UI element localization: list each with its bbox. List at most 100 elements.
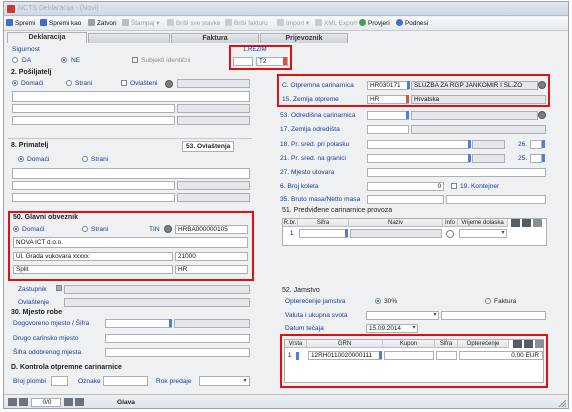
posiljatelj-zip-field[interactable] [177,104,250,113]
primatelj-domaci-radio[interactable] [18,156,24,162]
pr-granica-country-field[interactable] [472,154,505,163]
obveznik-tin-field[interactable]: HRBA000000105 [175,225,248,234]
datum-dropdown-icon[interactable]: ▾ [411,324,417,332]
posiljatelj-ovlasteni-checkbox[interactable] [121,80,127,86]
primatelj-strani-radio[interactable] [82,156,88,162]
jamstvo-kupon-cell[interactable] [384,351,434,360]
obveznik-strani-radio[interactable] [82,226,88,232]
pr-granica-field[interactable] [367,154,470,163]
netto-field[interactable] [446,195,546,204]
obveznik-zip-field[interactable]: 21000 [175,252,248,261]
svota-field[interactable] [441,311,546,320]
resize-grip-icon[interactable] [558,399,566,407]
save-button[interactable]: Spremi [6,19,35,29]
koleta-field[interactable]: 0 [367,182,444,191]
jamstvo-edit-icon[interactable] [524,340,533,348]
posiljatelj-strani-radio[interactable] [66,80,72,86]
broj-plombi-field[interactable] [51,376,68,386]
primatelj-name-field[interactable] [12,168,250,179]
delete-invoice-button[interactable]: Briši fakturu [225,19,268,29]
zemlja-odredista-name-field[interactable] [411,125,546,134]
nav-first-icon[interactable] [8,398,17,406]
zemlja-name-field[interactable]: Hrvatska [411,95,546,104]
subjekti-checkbox[interactable] [132,57,138,63]
provoz-delete-icon[interactable] [533,219,542,227]
dogovoreno-sifra-field[interactable] [174,319,250,328]
nav-next-icon[interactable] [64,398,73,406]
provoz-edit-icon[interactable] [522,219,531,227]
ovlastenja-tab[interactable]: 53. Ovlaštenja [182,141,235,152]
tab-blank[interactable] [88,33,170,43]
otpremna-name-field[interactable]: SLUŽBA ZA RGP JANKOMIR I SL.ZO [411,81,538,90]
primatelj-country-field[interactable] [177,193,250,202]
jamstvo-30-radio[interactable] [375,298,381,304]
oznake-field[interactable] [103,376,148,386]
page-indicator[interactable]: 0/0 [31,398,61,407]
sigurnost-ne-radio[interactable] [61,57,67,63]
n25-field[interactable] [530,154,542,163]
xml-export-button[interactable]: XML Export [315,19,357,29]
pr-polazak-field[interactable] [367,140,470,149]
close-button[interactable]: Zatvori [88,19,117,29]
nav-prev-icon[interactable] [19,398,28,406]
zemlja-odredista-code-field[interactable] [367,125,409,134]
odredisna-lookup-icon[interactable] [538,111,546,119]
posiljatelj-street-field[interactable] [12,104,175,113]
zastupnik-field[interactable] [64,285,250,294]
jamstvo-add-icon[interactable] [513,340,522,348]
tab-prijevoznik[interactable]: Prijevoznik [260,33,348,43]
nav-last-icon[interactable] [75,398,84,406]
sigurnost-da-radio[interactable] [12,57,18,63]
valuta-field[interactable] [366,311,439,320]
obveznik-country-field[interactable]: HR [175,265,248,274]
obveznik-domaci-radio[interactable] [13,226,19,232]
drugo-field[interactable] [105,334,250,343]
pr-polazak-country-field[interactable] [472,140,505,149]
valuta-dropdown-icon[interactable]: ▾ [432,311,438,319]
print-button[interactable]: Štampaj ▾ [122,19,159,29]
posiljatelj-country-field[interactable] [177,116,250,125]
ovlastenje-field[interactable] [64,298,250,307]
jamstvo-iznos-cell[interactable]: 0,00 EUR [459,351,543,360]
posiljatelj-lookup-icon[interactable] [165,80,173,88]
kontejner-checkbox[interactable] [451,183,457,189]
primatelj-city-field[interactable] [12,193,175,202]
jamstvo-delete-icon[interactable] [535,340,544,348]
otpremna-lookup-icon[interactable] [538,81,546,89]
odredisna-code-field[interactable] [367,111,409,120]
sifra-odobrenog-field[interactable] [105,348,250,357]
jamstvo-grn-cell[interactable]: 12RH0110020000111 [308,351,382,360]
import-button[interactable]: Import ▾ [277,19,309,29]
n26-field[interactable] [530,140,542,149]
posiljatelj-tin-field[interactable] [177,79,250,88]
tab-faktura[interactable]: Faktura [171,33,259,43]
provoz-add-icon[interactable] [511,219,520,227]
primatelj-zip-field[interactable] [177,181,250,190]
obveznik-street-field[interactable]: Ul. Grada vukovara xxxxx [13,252,173,261]
rezim-code-field[interactable] [233,57,253,66]
provoz-sifra-cell[interactable] [299,229,348,238]
primatelj-street-field[interactable] [12,181,175,190]
send-button[interactable]: Podnesi [396,19,428,29]
provoz-info-icon[interactable] [446,230,454,238]
obveznik-lookup-icon[interactable] [164,225,172,233]
provoz-naziv-cell[interactable] [350,229,442,238]
bruto-field[interactable] [367,195,444,204]
tab-deklaracija[interactable]: Deklaracija [7,32,87,43]
posiljatelj-name-field[interactable] [12,91,250,102]
posiljatelj-city-field[interactable] [12,116,175,125]
delete-items-button[interactable]: Briši sve stavke [167,19,220,29]
save-as-button[interactable]: Spremi kao [40,19,81,29]
utovar-field[interactable] [367,168,546,177]
zemlja-code-field[interactable]: HR [367,95,409,104]
obveznik-name-field[interactable]: NOVA ICT d.o.o. [13,237,248,248]
jamstvo-faktura-radio[interactable] [485,298,491,304]
rok-dropdown-icon[interactable]: ▾ [242,377,248,385]
obveznik-city-field[interactable]: Split [13,265,173,274]
check-button[interactable]: Provjeri [359,19,390,29]
provoz-vrijeme-dropdown-icon[interactable]: ▾ [500,229,506,237]
otpremna-code-field[interactable]: HR030171 [367,81,409,90]
dogovoreno-field[interactable] [105,319,172,328]
posiljatelj-domaci-radio[interactable] [12,80,18,86]
jamstvo-sifra-cell[interactable] [436,351,457,360]
